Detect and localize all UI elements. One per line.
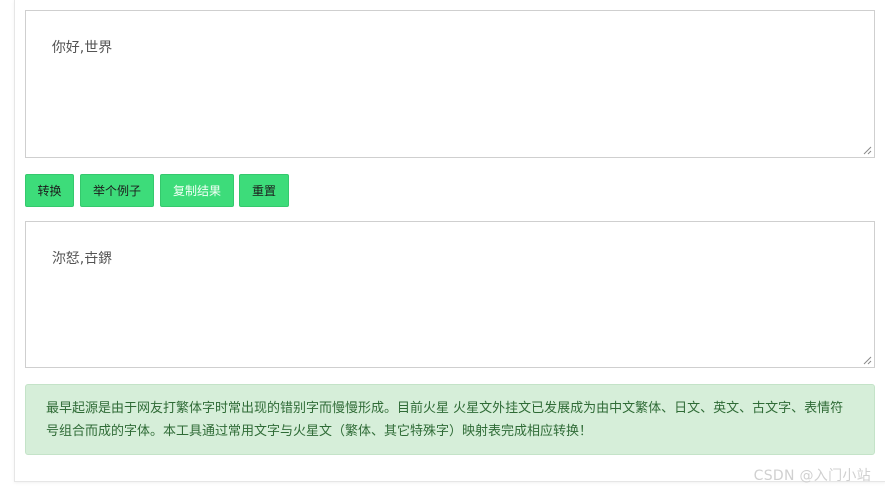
result-text-value: 沵恏,卋鎅 [51,251,113,267]
copy-result-button[interactable]: 复制结果 [160,174,234,207]
info-notice: 最早起源是由于网友打繁体字时常出现的错别字而慢慢形成。目前火星 火星文外挂文已发… [25,384,875,455]
source-text-input[interactable]: 你好,世界 [25,10,875,158]
reset-button[interactable]: 重置 [239,174,289,207]
convert-button[interactable]: 转换 [25,174,74,207]
resize-grip-icon[interactable] [863,356,872,365]
page: 你好,世界 转换 举个例子 复制结果 重置 沵恏,卋鎅 最早起源是由于网友打繁体… [0,0,885,493]
result-text-output[interactable]: 沵恏,卋鎅 [25,221,875,368]
watermark: CSDN @入门小站 [753,468,871,484]
example-button[interactable]: 举个例子 [80,174,154,207]
resize-grip-icon[interactable] [863,146,872,155]
info-notice-text: 最早起源是由于网友打繁体字时常出现的错别字而慢慢形成。目前火星 火星文外挂文已发… [46,401,844,439]
source-text-value: 你好,世界 [51,40,113,56]
